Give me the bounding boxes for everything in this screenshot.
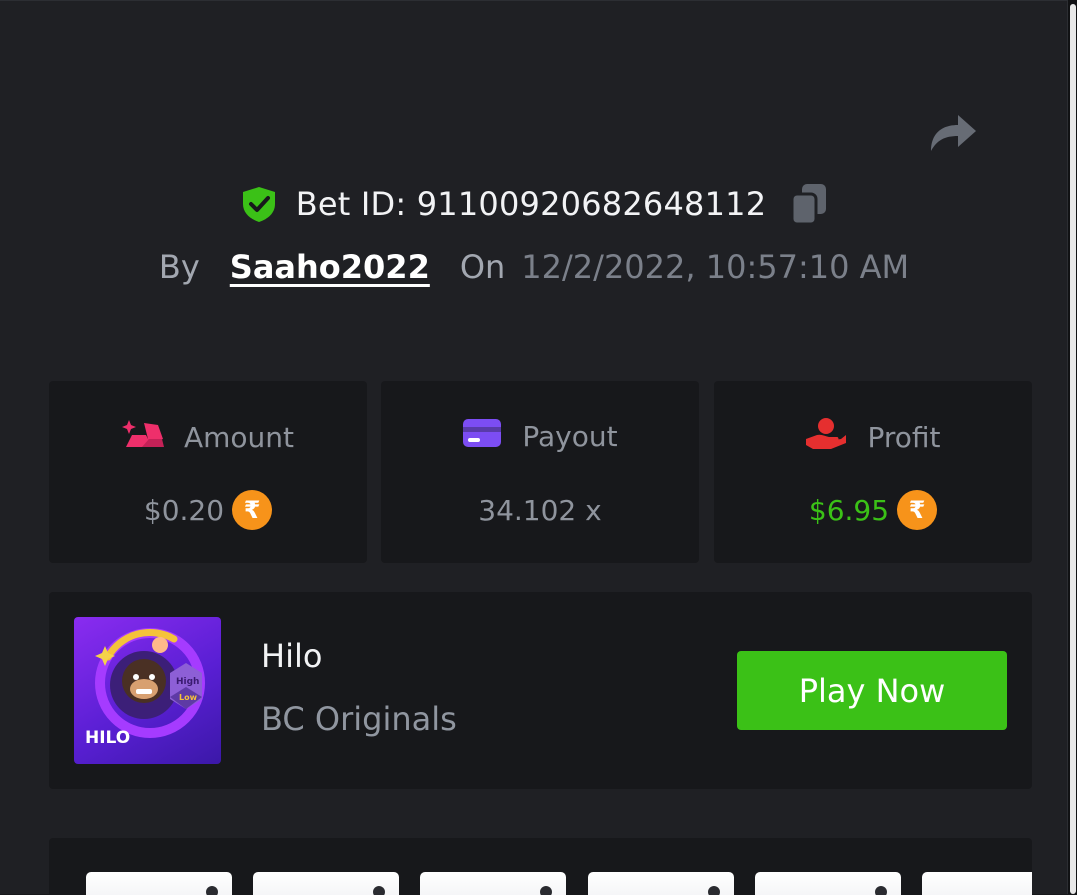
hilo-low-text: Low xyxy=(179,693,197,702)
game-card: High Low HILO Hilo BC Originals Play Now xyxy=(49,592,1032,789)
hilo-logo-text: HILO xyxy=(85,728,131,748)
rupee-coin-icon: ₹ xyxy=(232,490,273,530)
cards-history-panel xyxy=(49,838,1032,895)
on-label: On xyxy=(459,248,506,286)
history-card xyxy=(588,872,734,895)
scrollbar-thumb[interactable] xyxy=(1070,4,1076,894)
history-card xyxy=(253,872,399,895)
bet-id-row: Bet ID: 91100920682648112 xyxy=(0,179,1068,229)
by-label: By xyxy=(158,248,200,286)
copy-icon[interactable] xyxy=(790,182,828,226)
payout-label: Payout xyxy=(522,420,618,453)
username-link[interactable]: Saaho2022 xyxy=(230,248,430,286)
bet-id: Bet ID: 91100920682648112 xyxy=(295,185,767,223)
amount-value: $0.20 xyxy=(143,493,225,527)
history-card xyxy=(86,872,232,895)
credit-card-icon xyxy=(462,417,502,456)
money-hand-icon xyxy=(805,417,847,458)
game-thumbnail[interactable]: High Low HILO xyxy=(74,617,221,764)
bet-datetime: 12/2/2022, 10:57:10 AM xyxy=(521,248,910,286)
profit-card: Profit $6.95 ₹ xyxy=(714,381,1032,563)
game-name: Hilo xyxy=(261,637,323,675)
play-now-button[interactable]: Play Now xyxy=(737,651,1007,730)
profit-label: Profit xyxy=(867,421,941,454)
payout-value: 34.102 x xyxy=(478,493,602,527)
payout-card: Payout 34.102 x xyxy=(381,381,699,563)
gold-bars-icon xyxy=(121,417,164,458)
game-provider: BC Originals xyxy=(261,700,457,738)
history-card xyxy=(755,872,901,895)
rupee-coin-icon: ₹ xyxy=(897,490,938,530)
history-card xyxy=(922,872,1032,895)
history-card xyxy=(420,872,566,895)
verified-shield-icon xyxy=(240,185,278,223)
amount-card: Amount $0.20 ₹ xyxy=(49,381,367,563)
bet-details-modal: Bet ID: 91100920682648112 By Saaho2022 O… xyxy=(0,0,1068,895)
amount-label: Amount xyxy=(183,421,295,454)
share-icon[interactable] xyxy=(926,105,980,157)
bet-meta-row: By Saaho2022 On 12/2/2022, 10:57:10 AM xyxy=(0,243,1068,291)
hilo-high-text: High xyxy=(176,677,200,687)
profit-value: $6.95 xyxy=(808,493,890,527)
